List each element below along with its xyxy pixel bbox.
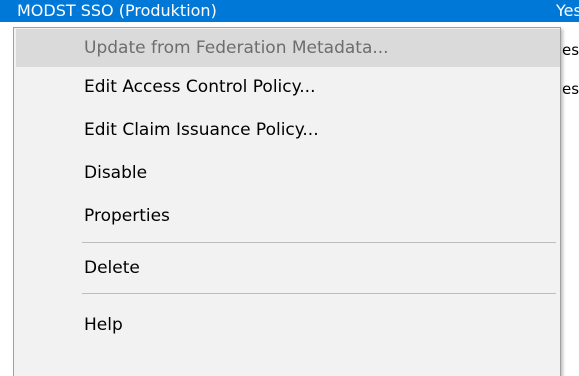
menu-item-help[interactable]: Help <box>16 306 560 344</box>
menu-item-properties[interactable]: Properties <box>16 197 560 235</box>
menu-item-update-from-federation-metadata[interactable]: Update from Federation Metadata... <box>16 29 560 67</box>
menu-item-edit-claim-issuance-policy[interactable]: Edit Claim Issuance Policy... <box>16 111 560 149</box>
menu-separator <box>82 293 556 294</box>
row-enabled-value: Yes <box>556 1 579 20</box>
row-display-name: MODST SSO (Produktion) <box>17 1 217 20</box>
menu-separator <box>82 242 556 243</box>
row-enabled-value-partial: es <box>562 41 579 59</box>
relying-party-row-selected[interactable]: MODST SSO (Produktion) Yes <box>0 0 579 22</box>
menu-item-disable[interactable]: Disable <box>16 154 560 192</box>
context-menu: Update from Federation Metadata... Edit … <box>13 27 561 376</box>
menu-item-edit-access-control-policy[interactable]: Edit Access Control Policy... <box>16 68 560 106</box>
screenshot-stage: MODST SSO (Produktion) Yes es es Update … <box>0 0 579 376</box>
row-enabled-value-partial: es <box>562 80 579 98</box>
menu-item-delete[interactable]: Delete <box>16 249 560 287</box>
